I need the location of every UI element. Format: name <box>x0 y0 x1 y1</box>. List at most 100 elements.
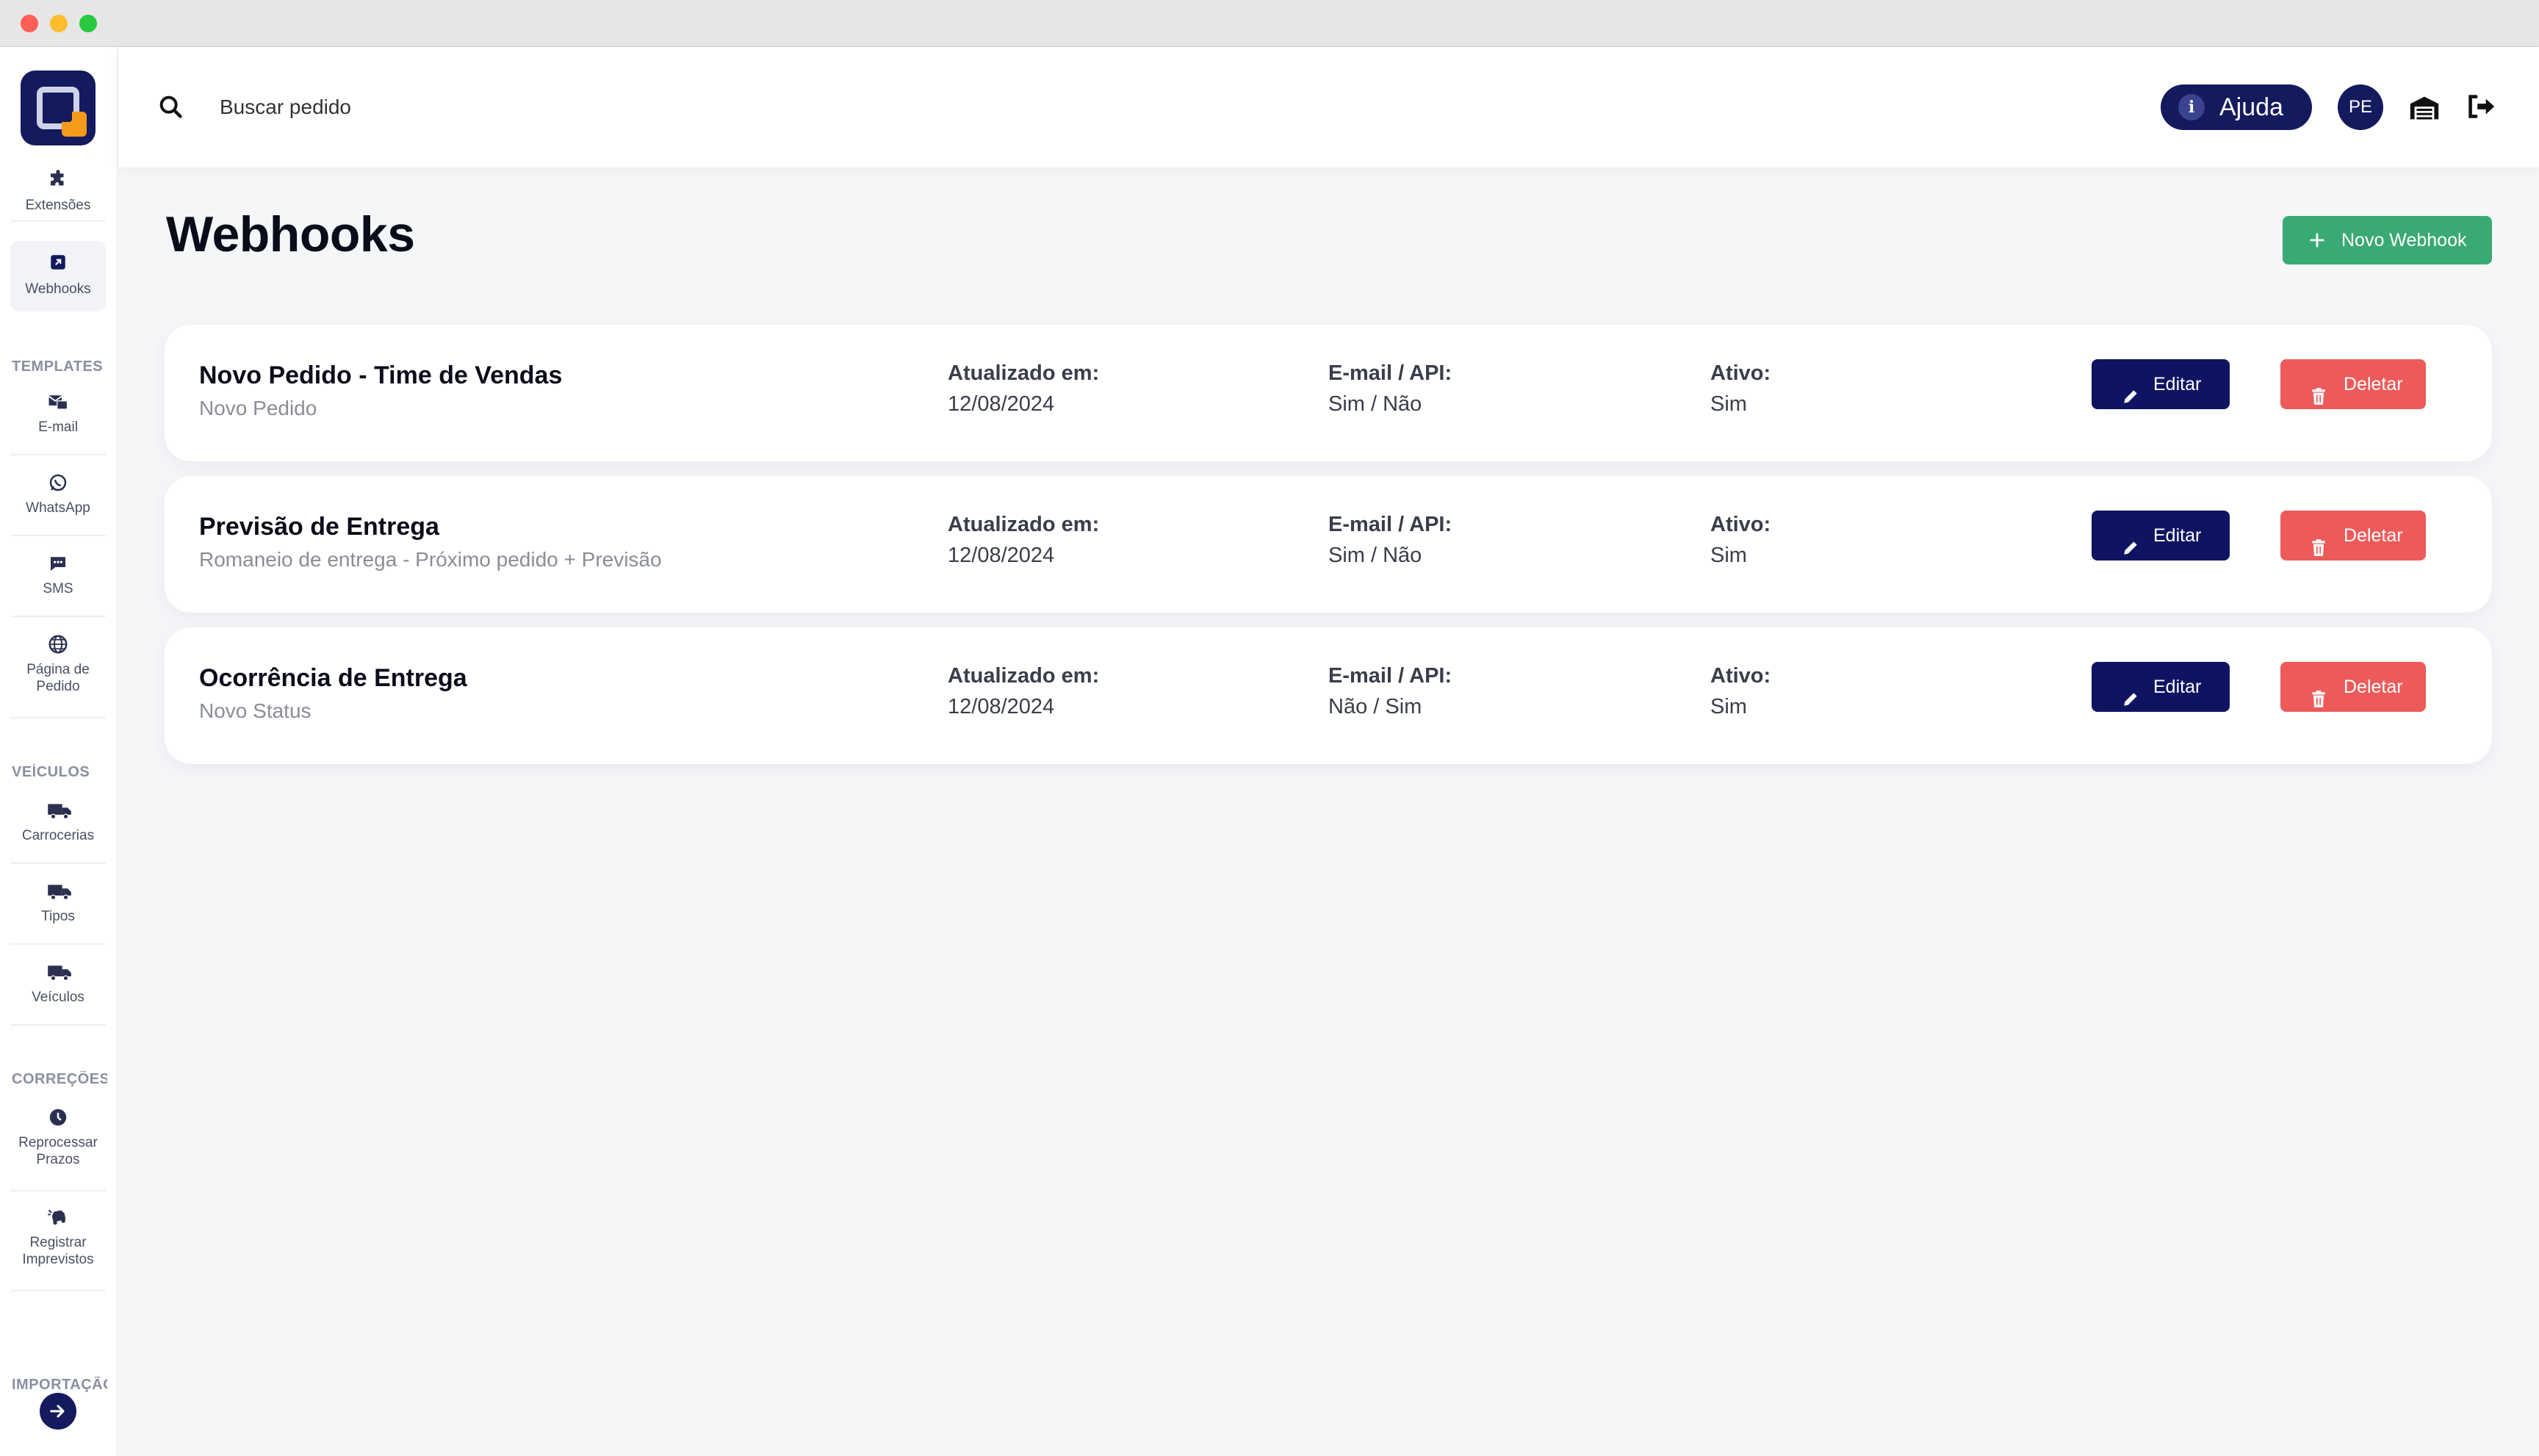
trash-icon <box>2310 678 2329 707</box>
app-logo[interactable] <box>21 71 96 145</box>
email-api-label: E-mail / API: <box>1328 513 1452 536</box>
email-icon <box>47 391 69 413</box>
updated-label: Atualizado em: <box>948 361 1100 385</box>
edit-button[interactable]: Editar <box>2092 662 2230 712</box>
window-titlebar <box>0 0 2539 47</box>
webhook-icon <box>47 253 69 275</box>
pencil-icon <box>2121 527 2140 555</box>
delete-label: Deletar <box>2344 677 2403 697</box>
sidebar-item-label: Carrocerias <box>21 828 95 843</box>
sidebar-item-email[interactable]: E-mail <box>10 391 106 455</box>
edit-button[interactable]: Editar <box>2092 511 2230 561</box>
section-templates: TEMPLATES <box>12 358 104 375</box>
trash-icon <box>2310 375 2329 405</box>
webhook-event: Romaneio de entrega - Próximo pedido + P… <box>199 548 662 571</box>
sidebar-item-label: Reprocessar Prazos <box>18 1135 98 1167</box>
sidebar-item-label: Extensões <box>25 198 91 213</box>
sidebar-item-carrocerias[interactable]: Carrocerias <box>10 799 106 864</box>
delete-button[interactable]: Deletar <box>2280 662 2426 712</box>
close-window-button[interactable] <box>21 15 38 32</box>
webhook-card: Novo Pedido - Time de Vendas Novo Pedido… <box>165 325 2492 461</box>
sidebar-item-label: Tipos <box>41 909 75 924</box>
sidebar-item-whatsapp[interactable]: WhatsApp <box>10 472 106 536</box>
sidebar-item-reprocessar-prazos[interactable]: Reprocessar Prazos <box>10 1106 106 1192</box>
webhook-name: Previsão de Entrega <box>199 513 439 541</box>
sidebar-item-webhooks[interactable]: Webhooks <box>10 241 106 311</box>
sidebar-item-pagina-pedido[interactable]: Página de Pedido <box>10 633 106 718</box>
whatsapp-icon <box>47 472 69 494</box>
clock-icon <box>47 1106 69 1128</box>
car-crash-icon <box>47 1206 69 1228</box>
active-value: Sim <box>1710 392 1747 416</box>
sidebar-item-tipos[interactable]: Tipos <box>10 880 106 945</box>
email-api-label: E-mail / API: <box>1328 664 1452 688</box>
delete-button[interactable]: Deletar <box>2280 511 2426 561</box>
puzzle-icon <box>47 169 69 191</box>
webhook-card: Previsão de Entrega Romaneio de entrega … <box>165 476 2492 613</box>
sidebar-item-label: SMS <box>43 581 73 597</box>
truck-icon <box>47 880 71 902</box>
sidebar-item-label: WhatsApp <box>26 500 90 516</box>
active-label: Ativo: <box>1710 664 1771 688</box>
sidebar-item-registrar-imprevistos[interactable]: Registrar Imprevistos <box>10 1206 106 1291</box>
minimize-window-button[interactable] <box>50 15 68 32</box>
sidebar-item-label: Registrar Imprevistos <box>22 1235 94 1267</box>
sidebar-item-sms[interactable]: SMS <box>10 552 106 617</box>
webhook-name: Ocorrência de Entrega <box>199 664 467 692</box>
updated-value: 12/08/2024 <box>948 392 1055 416</box>
sidebar: Extensões Webhooks TEMPLATES E-mail What… <box>0 47 118 1456</box>
active-label: Ativo: <box>1710 361 1771 385</box>
sidebar-item-veiculos[interactable]: Veículos <box>10 961 106 1026</box>
sidebar-item-extensoes[interactable]: Extensões <box>10 169 106 222</box>
sidebar-item-label: Veículos <box>32 990 84 1005</box>
section-importacao: IMPORTAÇÃO <box>12 1377 107 1393</box>
email-api-value: Não / Sim <box>1328 695 1422 718</box>
plus-icon <box>2309 216 2325 263</box>
expand-sidebar-button[interactable] <box>40 1393 76 1430</box>
help-label: Ajuda <box>2219 93 2283 121</box>
trash-icon <box>2310 527 2329 556</box>
edit-label: Editar <box>2153 677 2202 697</box>
sidebar-item-label: Webhooks <box>25 281 91 297</box>
search-icon[interactable] <box>156 93 186 122</box>
avatar[interactable]: PE <box>2338 84 2383 130</box>
top-bar: i Ajuda PE <box>118 47 2539 167</box>
truck-icon <box>47 961 71 983</box>
section-correcoes: CORREÇÕES <box>12 1071 107 1087</box>
warehouse-icon[interactable] <box>2407 91 2441 125</box>
info-icon: i <box>2178 94 2205 120</box>
edit-label: Editar <box>2153 525 2202 546</box>
webhook-event: Novo Pedido <box>199 397 317 419</box>
updated-value: 12/08/2024 <box>948 544 1055 567</box>
search-input[interactable] <box>220 91 734 123</box>
delete-button[interactable]: Deletar <box>2280 359 2426 409</box>
updated-value: 12/08/2024 <box>948 695 1055 718</box>
logo-notch <box>53 103 72 122</box>
sidebar-item-label: E-mail <box>38 419 78 435</box>
logout-icon[interactable] <box>2463 90 2497 123</box>
updated-label: Atualizado em: <box>948 664 1100 688</box>
email-api-label: E-mail / API: <box>1328 361 1452 385</box>
edit-label: Editar <box>2153 374 2202 394</box>
edit-button[interactable]: Editar <box>2092 359 2230 409</box>
sms-icon <box>47 552 69 574</box>
email-api-value: Sim / Não <box>1328 392 1422 416</box>
truck-icon <box>47 799 71 821</box>
delete-label: Deletar <box>2344 525 2403 546</box>
help-button[interactable]: i Ajuda <box>2161 84 2312 130</box>
new-webhook-button[interactable]: Novo Webhook <box>2283 216 2492 264</box>
webhook-card: Ocorrência de Entrega Novo Status Atuali… <box>165 627 2492 764</box>
sidebar-item-label: Página de Pedido <box>26 662 90 694</box>
email-api-value: Sim / Não <box>1328 544 1422 567</box>
new-webhook-label: Novo Webhook <box>2341 230 2467 251</box>
page-title: Webhooks <box>166 206 415 262</box>
webhook-event: Novo Status <box>199 699 311 722</box>
pencil-icon <box>2121 678 2140 706</box>
active-value: Sim <box>1710 544 1747 567</box>
webhook-name: Novo Pedido - Time de Vendas <box>199 361 563 389</box>
maximize-window-button[interactable] <box>79 15 97 32</box>
active-value: Sim <box>1710 695 1747 718</box>
globe-icon <box>47 633 69 655</box>
delete-label: Deletar <box>2344 374 2403 394</box>
updated-label: Atualizado em: <box>948 513 1100 536</box>
